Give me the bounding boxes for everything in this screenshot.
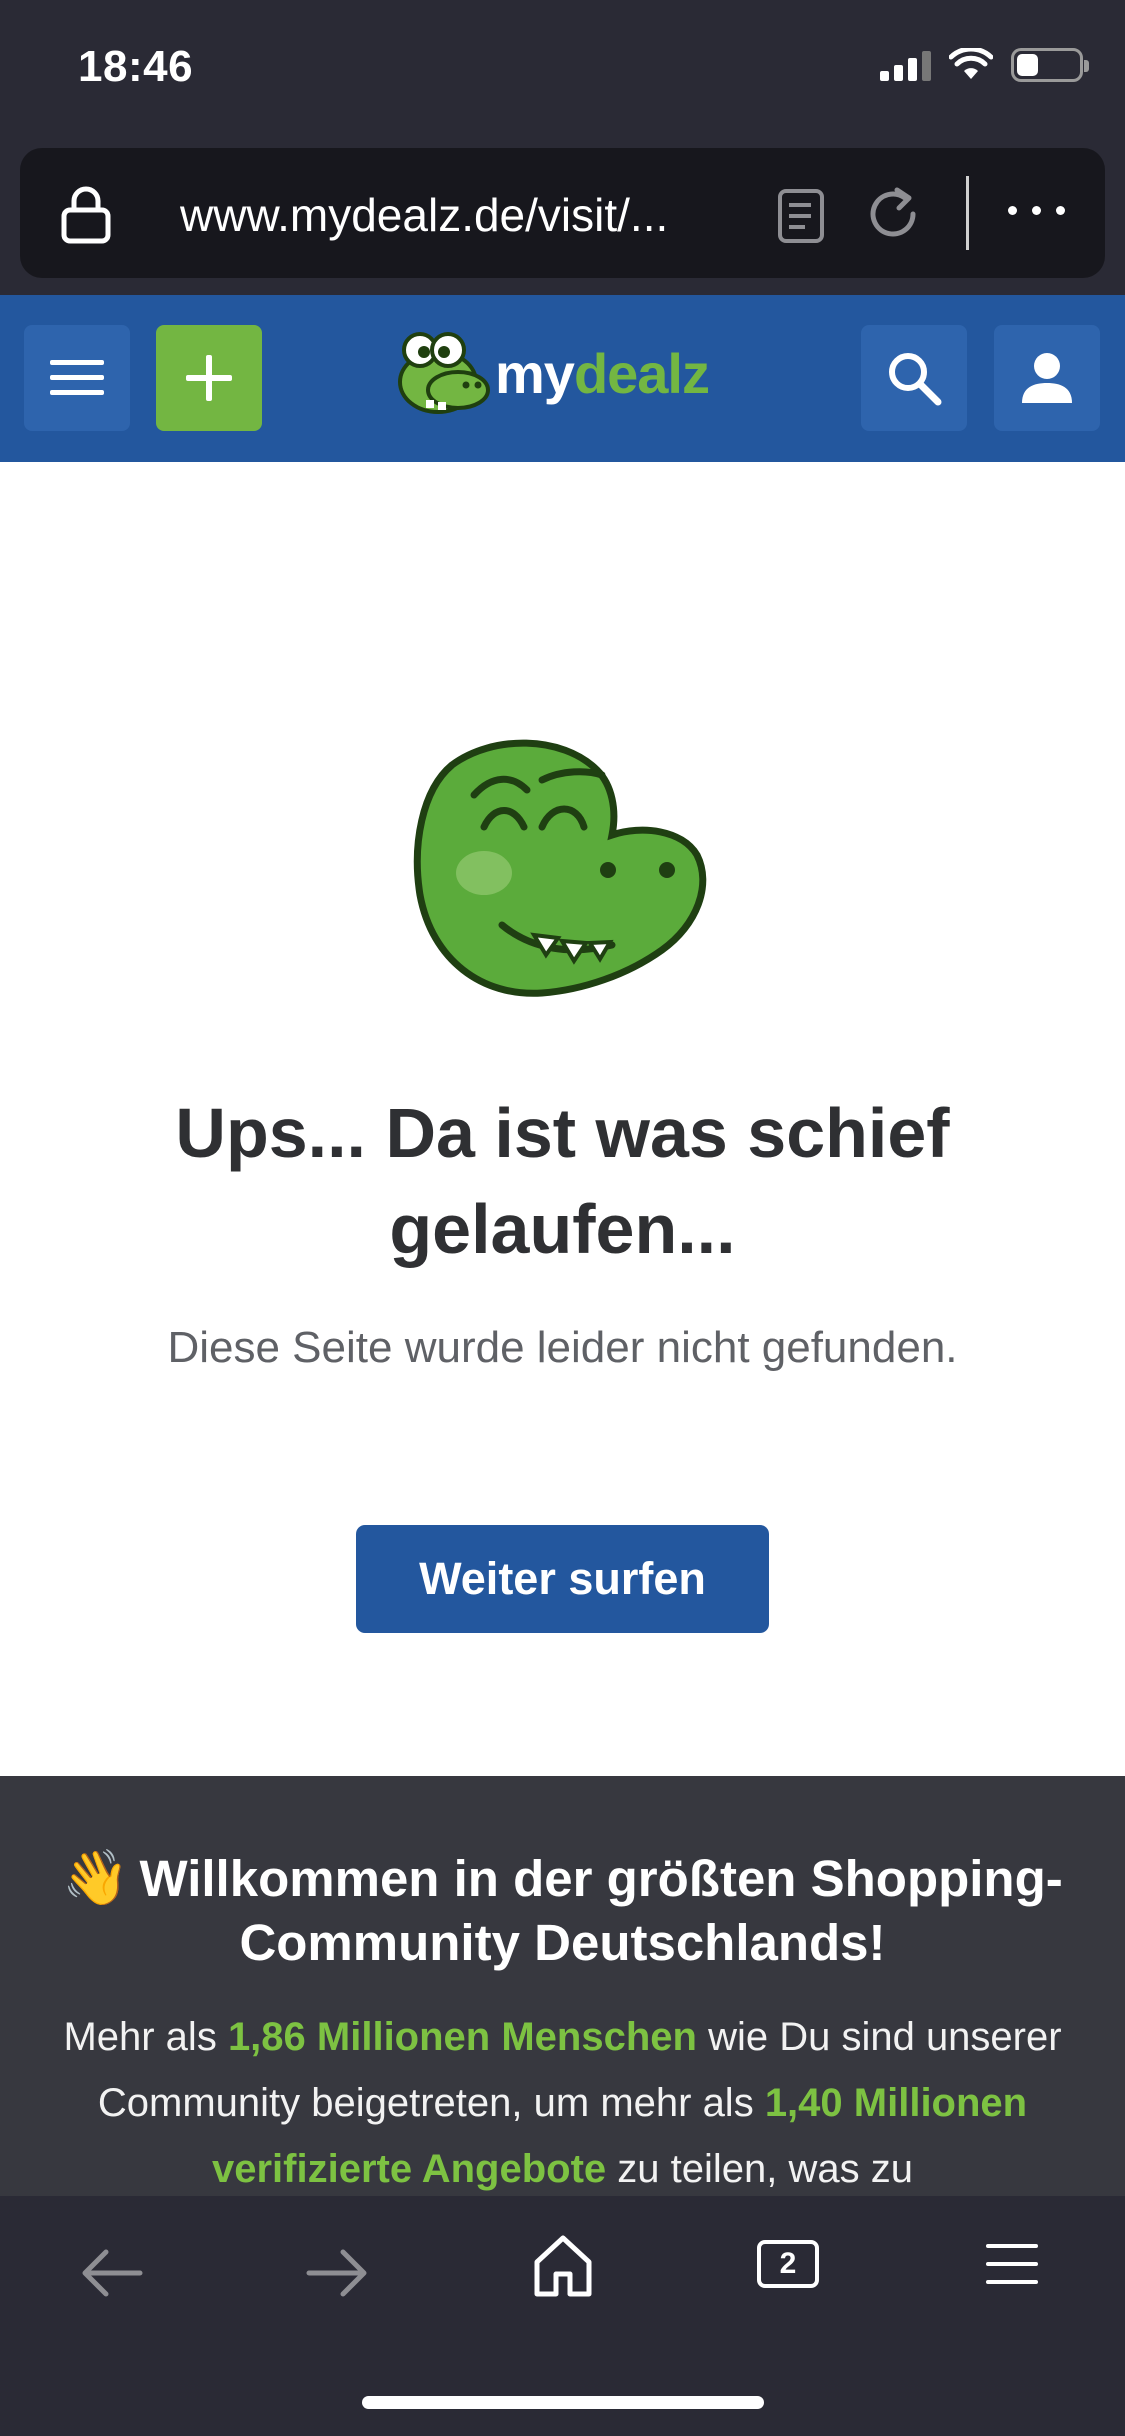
- welcome-panel: 👋 Willkommen in der größten Shopping-Comm…: [0, 1776, 1125, 2196]
- status-bar: 18:46: [0, 0, 1125, 140]
- menu-icon[interactable]: [986, 2242, 1038, 2286]
- logo-text-dealz: dealz: [573, 341, 710, 405]
- croc-logo-icon: [398, 332, 490, 414]
- battery-level: [1017, 54, 1038, 76]
- address-bar[interactable]: www.mydealz.de/visit/...: [20, 148, 1105, 278]
- forward-icon[interactable]: [305, 2248, 369, 2298]
- welcome-text-part-3: zu teilen, was zu: [606, 2147, 913, 2191]
- reload-icon[interactable]: [863, 184, 923, 244]
- tabs-button[interactable]: 2: [757, 2240, 819, 2288]
- welcome-text: Mehr als 1,86 Millionen Menschen wie Du …: [60, 2004, 1065, 2196]
- home-indicator: [362, 2396, 764, 2409]
- tabs-icon: 2: [757, 2240, 819, 2288]
- browser-chrome-top: www.mydealz.de/visit/...: [0, 140, 1125, 295]
- hamburger-icon: [50, 360, 104, 395]
- search-icon: [889, 353, 942, 406]
- url-text[interactable]: www.mydealz.de/visit/...: [180, 188, 755, 242]
- reader-icon[interactable]: [777, 188, 825, 244]
- site-header: mydealz: [0, 295, 1125, 462]
- lock-icon: [61, 186, 111, 244]
- post-deal-button[interactable]: [156, 325, 262, 431]
- welcome-title-text: Willkommen in der größten Shopping-Commu…: [139, 1850, 1063, 1971]
- search-button[interactable]: [861, 325, 967, 431]
- sad-crocodile-icon: [413, 739, 707, 997]
- continue-surfing-button[interactable]: Weiter surfen: [356, 1525, 769, 1633]
- address-bar-divider: [966, 176, 969, 250]
- waving-hand-emoji: 👋: [62, 1848, 130, 1908]
- error-title: Ups... Da ist was schief gelaufen...: [175, 1094, 950, 1268]
- member-count-highlight: 1,86 Millionen Menschen: [227, 2015, 697, 2059]
- battery-icon: [1011, 48, 1089, 82]
- logo-text: mydealz: [495, 341, 710, 406]
- signal-icon: [880, 49, 931, 81]
- plus-icon: [186, 355, 232, 401]
- menu-button[interactable]: [24, 325, 130, 431]
- logo-text-my: my: [495, 341, 575, 405]
- wifi-icon: [949, 48, 993, 79]
- status-icons: [880, 48, 1089, 82]
- error-subtitle: Diese Seite wurde leider nicht gefunden.: [167, 1323, 958, 1372]
- user-button[interactable]: [994, 325, 1100, 431]
- site-logo[interactable]: mydealz: [396, 330, 710, 416]
- back-icon[interactable]: [80, 2248, 144, 2298]
- welcome-text-part-1: Mehr als: [63, 2015, 228, 2059]
- welcome-title: 👋 Willkommen in der größten Shopping-Comm…: [40, 1846, 1085, 1975]
- user-icon: [1022, 353, 1072, 403]
- status-time: 18:46: [78, 42, 194, 91]
- more-icon[interactable]: [1008, 206, 1065, 215]
- home-icon[interactable]: [532, 2232, 594, 2298]
